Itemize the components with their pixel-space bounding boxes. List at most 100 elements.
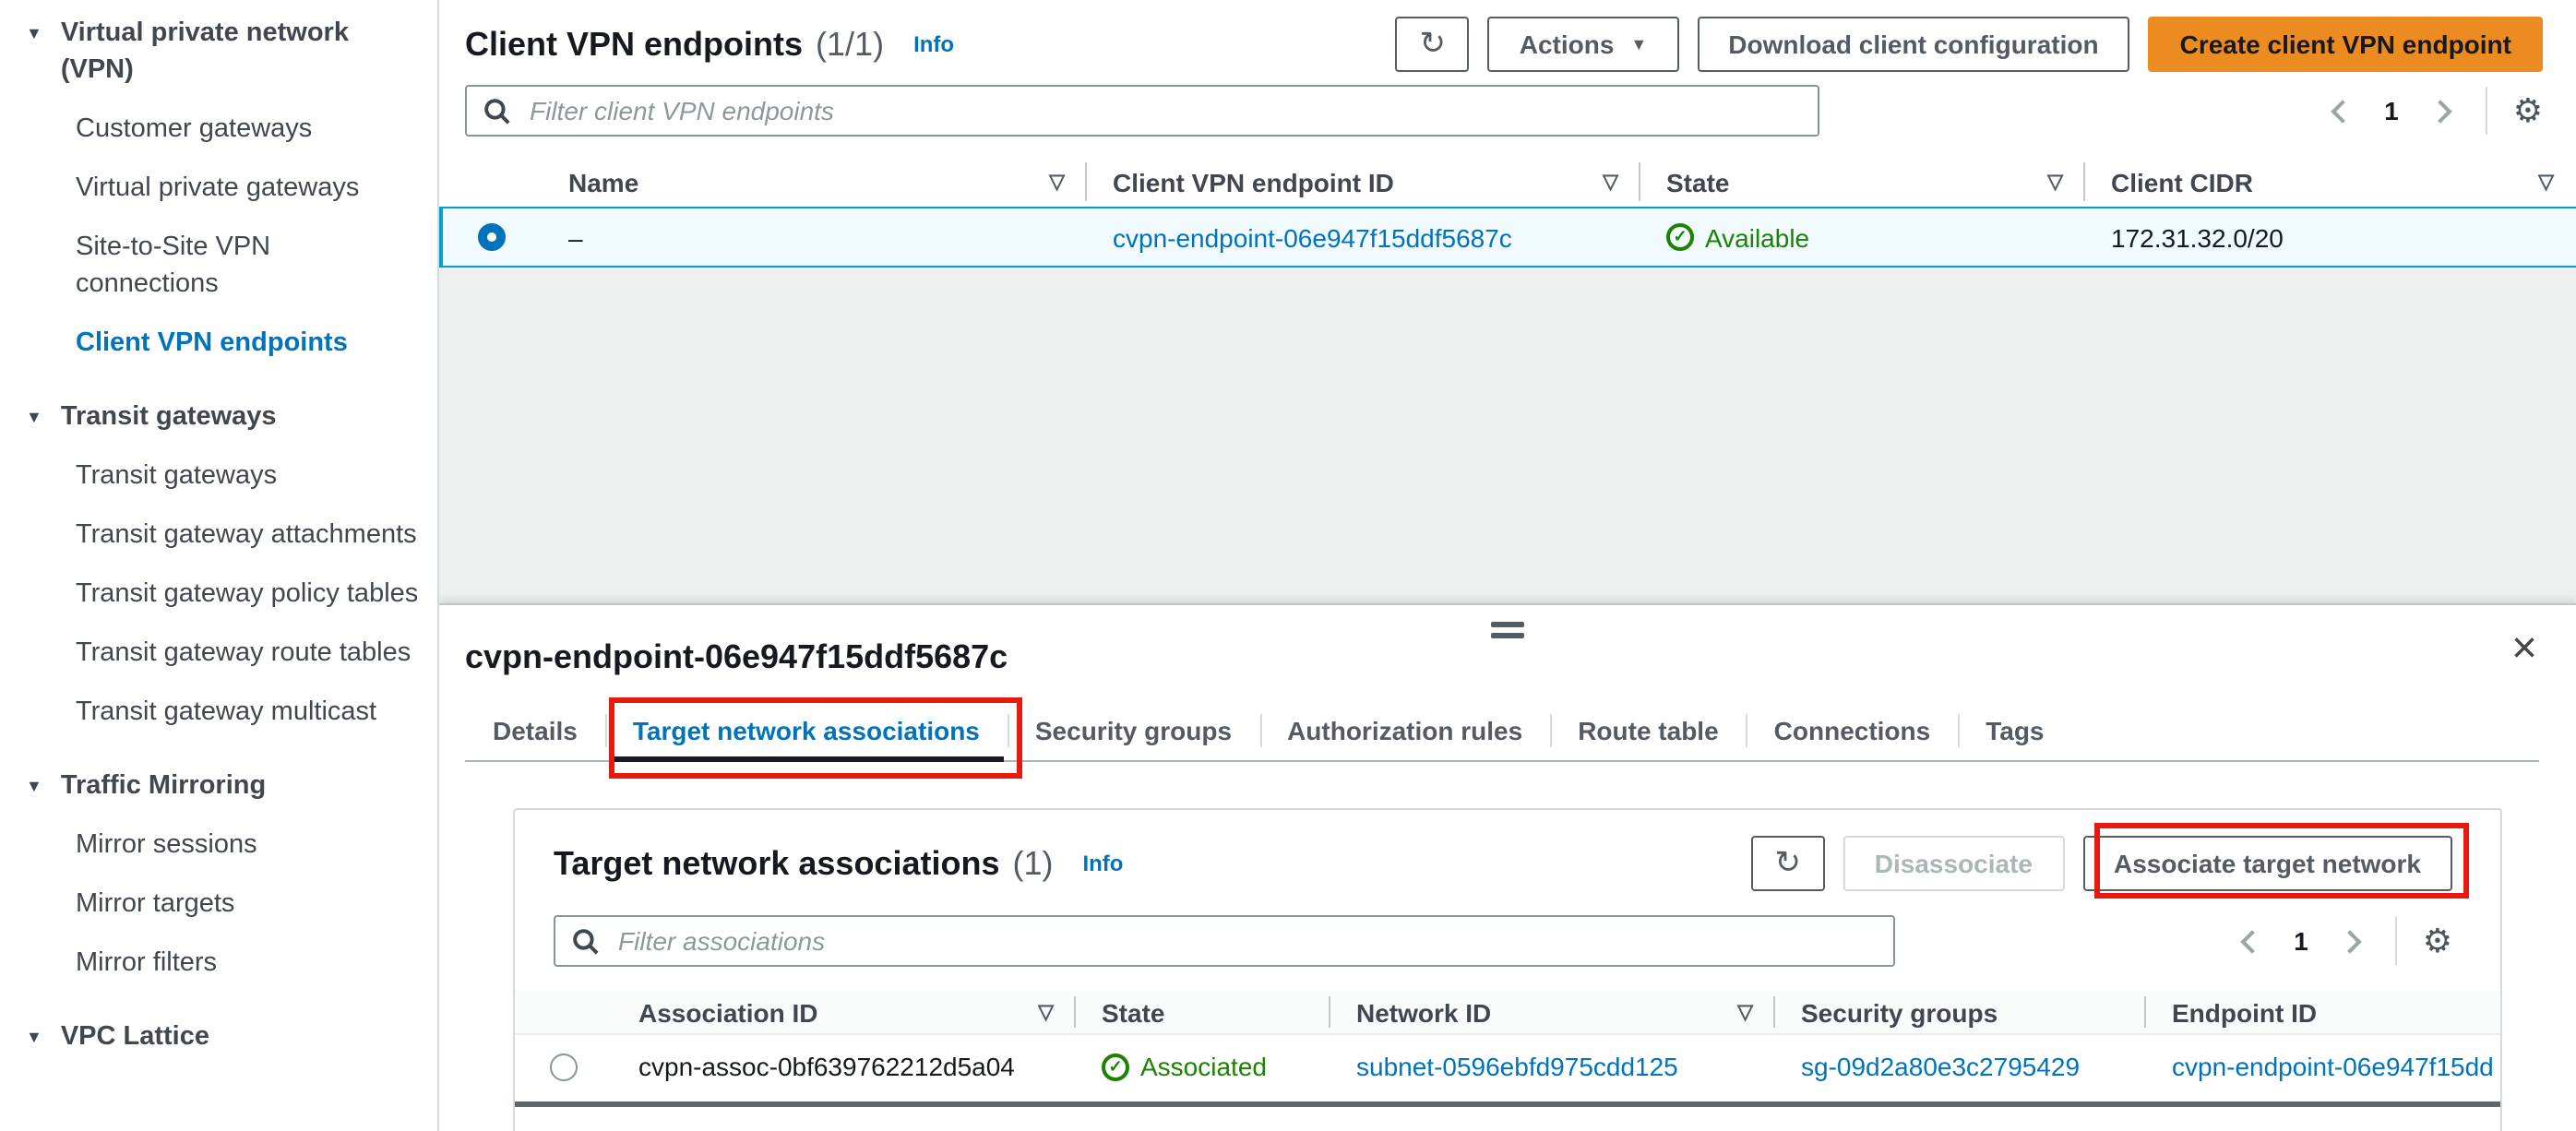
sort-icon[interactable]: ▽ — [2538, 170, 2554, 194]
sort-icon[interactable]: ▽ — [1737, 1000, 1753, 1024]
section-collapse-caret-icon: ▼ — [26, 24, 42, 42]
sidebar-section-traffic-header[interactable]: ▼ Traffic Mirroring — [26, 768, 437, 804]
sidebar-item-transit-gateway-attachments[interactable]: Transit gateway attachments — [26, 517, 437, 554]
column-header-association-id[interactable]: Association ID ▽ — [613, 991, 1076, 1033]
sidebar-item-mirror-targets[interactable]: Mirror targets — [26, 886, 437, 923]
tab-connections[interactable]: Connections — [1746, 699, 1959, 760]
column-label: State — [1666, 167, 1730, 196]
sidebar-item-transit-gateways[interactable]: Transit gateways — [26, 458, 437, 494]
associations-filter-input[interactable] — [614, 924, 1877, 958]
column-label: Client VPN endpoint ID — [1113, 167, 1394, 196]
refresh-button[interactable]: ↻ — [1395, 17, 1470, 72]
gear-icon[interactable]: ⚙ — [2513, 94, 2543, 127]
section-collapse-caret-icon: ▼ — [26, 408, 42, 426]
status-badge: ✓ Associated — [1102, 1052, 1267, 1081]
associations-table-header: Association ID ▽ State Network ID ▽ Secu… — [515, 991, 2500, 1035]
pagination-divider — [2394, 917, 2397, 965]
sidebar-item-mirror-sessions[interactable]: Mirror sessions — [26, 827, 437, 863]
previous-page-icon[interactable] — [2331, 99, 2355, 123]
sidebar-section-transit-header[interactable]: ▼ Transit gateways — [26, 399, 437, 435]
next-page-icon[interactable] — [2427, 99, 2452, 123]
associations-filter-row: 1 ⚙ — [554, 915, 2452, 967]
create-client-vpn-endpoint-button[interactable]: Create client VPN endpoint — [2148, 17, 2543, 72]
gear-icon[interactable]: ⚙ — [2423, 924, 2452, 958]
endpoints-toolbar: ↻ Actions ▼ Download client configuratio… — [1395, 17, 2543, 72]
column-label: Endpoint ID — [2172, 997, 2318, 1027]
endpoints-table-header: Name ▽ Client VPN endpoint ID ▽ State ▽ — [439, 157, 2576, 207]
previous-page-icon[interactable] — [2240, 929, 2264, 953]
column-header-endpoint-id[interactable]: Client VPN endpoint ID ▽ — [1087, 157, 1640, 207]
cell-network-id: subnet-0596ebfd975cdd125 — [1330, 1035, 1775, 1098]
download-client-configuration-button[interactable]: Download client configuration — [1697, 17, 2130, 72]
download-button-label: Download client configuration — [1728, 30, 2099, 59]
column-header-network-id[interactable]: Network ID ▽ — [1330, 991, 1775, 1033]
sort-icon[interactable]: ▽ — [1038, 1000, 1054, 1024]
tab-security-groups[interactable]: Security groups — [1007, 699, 1259, 760]
next-page-icon[interactable] — [2337, 929, 2362, 953]
tab-route-table[interactable]: Route table — [1550, 699, 1746, 760]
panel-drag-handle[interactable] — [1487, 618, 1528, 642]
refresh-button[interactable]: ↻ — [1750, 836, 1825, 891]
disassociate-button-label: Disassociate — [1874, 849, 2033, 878]
sidebar-item-mirror-filters[interactable]: Mirror filters — [26, 945, 437, 982]
associate-target-network-button[interactable]: Associate target network — [2082, 836, 2452, 891]
endpoint-table-row[interactable]: – cvpn-endpoint-06e947f15ddf5687c ✓ Avai… — [439, 207, 2576, 268]
info-link[interactable]: Info — [1082, 851, 1123, 876]
sidebar-item-transit-gateway-route-tables[interactable]: Transit gateway route tables — [26, 635, 437, 672]
sort-icon[interactable]: ▽ — [1603, 170, 1618, 194]
endpoints-list-header: Client VPN endpoints (1/1) Info ↻ Action… — [439, 0, 2576, 72]
close-icon[interactable]: × — [2511, 626, 2537, 672]
associations-title: Target network associations — [554, 844, 1000, 881]
check-circle-icon: ✓ — [1666, 223, 1694, 251]
endpoints-filter-input[interactable] — [526, 94, 1801, 127]
row-radio-unselected[interactable] — [550, 1053, 578, 1080]
sidebar-items-traffic: Mirror sessions Mirror targets Mirror fi… — [26, 827, 437, 982]
page-number[interactable]: 1 — [2384, 96, 2399, 125]
sidebar-item-site-to-site-vpn-connections[interactable]: Site-to-Site VPN connections — [26, 229, 437, 303]
sidebar-section-label: Transit gateways — [60, 402, 277, 432]
sidebar-item-client-vpn-endpoints[interactable]: Client VPN endpoints — [26, 325, 437, 362]
tab-details[interactable]: Details — [465, 699, 605, 760]
sidebar-section-transit-gateways: ▼ Transit gateways Transit gateways Tran… — [26, 399, 437, 731]
sidebar-nav: ▼ Virtual private network (VPN) Customer… — [0, 0, 439, 1131]
sidebar-section-vpn-header[interactable]: ▼ Virtual private network (VPN) — [26, 15, 437, 89]
sidebar-item-transit-gateway-policy-tables[interactable]: Transit gateway policy tables — [26, 576, 437, 613]
cell-client-cidr: 172.31.32.0/20 — [2085, 208, 2576, 266]
sidebar-section-vpc-lattice: ▼ VPC Lattice — [26, 1018, 437, 1055]
sort-icon[interactable]: ▽ — [1049, 170, 1065, 194]
sidebar-section-vpc-lattice-header[interactable]: ▼ VPC Lattice — [26, 1018, 437, 1055]
row-radio-selected[interactable] — [477, 223, 505, 251]
security-group-link[interactable]: sg-09d2a80e3c2795429 — [1801, 1052, 2080, 1081]
column-header-client-cidr[interactable]: Client CIDR ▽ — [2085, 157, 2576, 207]
network-id-link[interactable]: subnet-0596ebfd975cdd125 — [1356, 1052, 1678, 1081]
tab-tags[interactable]: Tags — [1958, 699, 2071, 760]
sidebar-item-customer-gateways[interactable]: Customer gateways — [26, 111, 437, 148]
endpoint-id-link[interactable]: cvpn-endpoint-06e947f15dd — [2172, 1052, 2494, 1081]
endpoints-count: (1/1) — [816, 25, 885, 62]
info-link[interactable]: Info — [913, 31, 954, 57]
column-header-security-groups[interactable]: Security groups — [1775, 991, 2146, 1033]
column-header-endpoint-id[interactable]: Endpoint ID — [2146, 991, 2500, 1033]
association-table-row[interactable]: cvpn-assoc-0bf639762212d5a04 ✓ Associate… — [515, 1035, 2500, 1098]
column-header-state[interactable]: State ▽ — [1640, 157, 2085, 207]
sidebar-item-virtual-private-gateways[interactable]: Virtual private gateways — [26, 170, 437, 207]
endpoint-name-value: – — [568, 222, 583, 252]
sort-icon[interactable]: ▽ — [2047, 170, 2063, 194]
horizontal-scrollbar[interactable] — [515, 1101, 2500, 1107]
column-header-state[interactable]: State — [1076, 991, 1330, 1033]
disassociate-button[interactable]: Disassociate — [1843, 836, 2064, 891]
actions-button[interactable]: Actions ▼ — [1487, 17, 1679, 72]
tab-authorization-rules[interactable]: Authorization rules — [1259, 699, 1550, 760]
endpoint-id-link[interactable]: cvpn-endpoint-06e947f15ddf5687c — [1113, 222, 1512, 252]
associations-toolbar: ↻ Disassociate Associate target network — [1750, 823, 2469, 899]
associations-count: (1) — [1012, 844, 1054, 881]
page-number[interactable]: 1 — [2294, 926, 2308, 956]
endpoints-filter-row: 1 ⚙ — [465, 85, 2543, 137]
column-header-name[interactable]: Name ▽ — [543, 157, 1087, 207]
tab-target-network-associations[interactable]: Target network associations — [604, 697, 1022, 779]
sidebar-section-label: Virtual private network (VPN) — [60, 18, 349, 85]
column-label: State — [1102, 997, 1165, 1027]
endpoints-table: Name ▽ Client VPN endpoint ID ▽ State ▽ — [439, 157, 2576, 268]
sidebar-item-transit-gateway-multicast[interactable]: Transit gateway multicast — [26, 694, 437, 731]
row-select-cell — [515, 1035, 613, 1098]
